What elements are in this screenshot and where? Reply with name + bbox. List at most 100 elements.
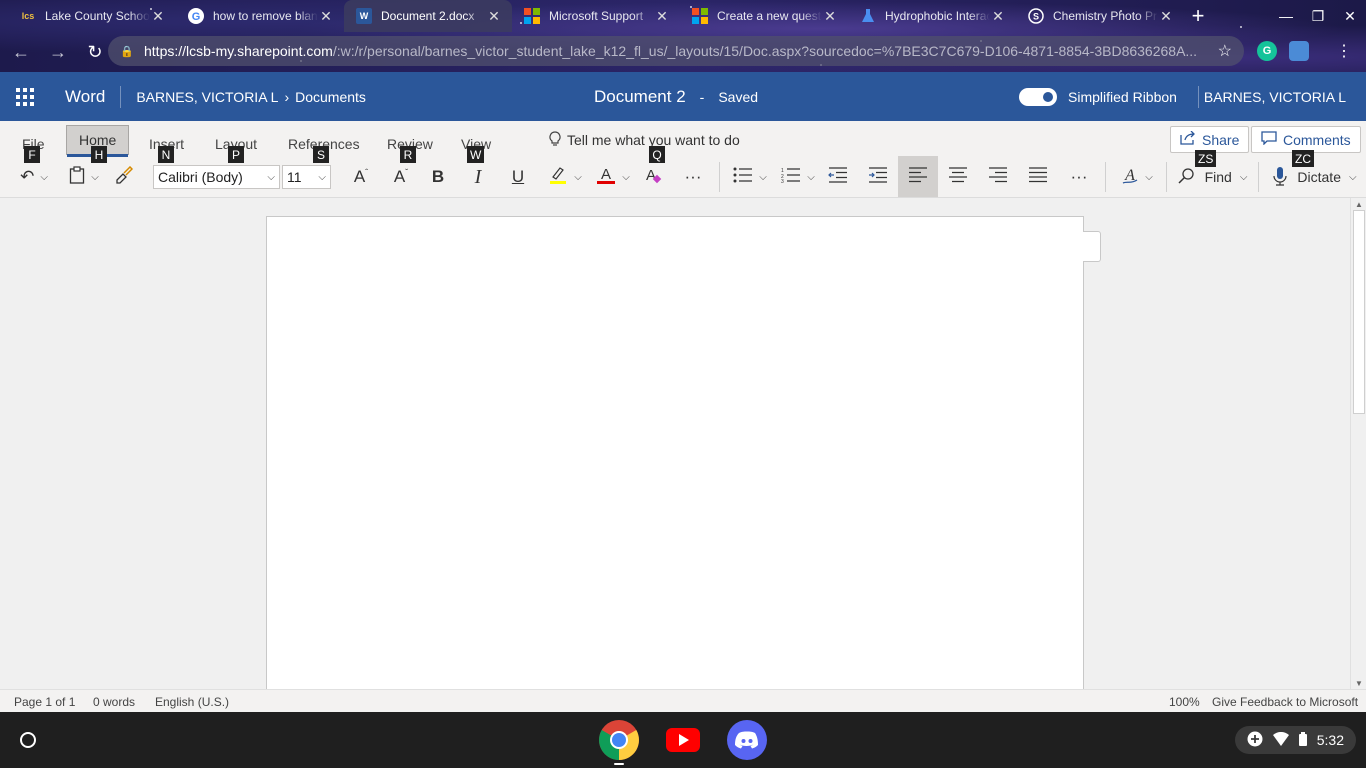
tell-me-search[interactable]: Tell me what you want to do — [549, 130, 740, 150]
close-tab-icon[interactable]: ✕ — [486, 8, 502, 25]
align-left-button[interactable] — [906, 160, 930, 194]
bullets-button[interactable]: ⌵ — [730, 160, 770, 194]
close-tab-icon[interactable]: ✕ — [822, 8, 838, 25]
url-host: https://lcsb-my.sharepoint.com — [144, 43, 333, 59]
chevron-down-icon[interactable]: ⌵ — [1240, 172, 1248, 183]
chevron-down-icon[interactable]: ⌵ — [622, 172, 630, 183]
document-title[interactable]: Document 2 — [594, 87, 686, 107]
comments-button[interactable]: Comments — [1251, 126, 1361, 153]
font-name-select[interactable]: Calibri (Body) ⌵ — [153, 165, 280, 189]
app-launcher-icon[interactable] — [0, 72, 50, 121]
close-tab-icon[interactable]: ✕ — [990, 8, 1006, 25]
decrease-indent-button[interactable] — [826, 160, 850, 194]
format-painter-button[interactable] — [112, 160, 136, 194]
align-right-button[interactable] — [986, 160, 1010, 194]
styles-button[interactable]: A ⌵ — [1118, 160, 1156, 194]
breadcrumb-owner[interactable]: BARNES, VICTORIA L — [136, 89, 278, 105]
chevron-down-icon[interactable]: ⌵ — [807, 172, 815, 183]
more-paragraph-options-button[interactable]: ··· — [1066, 160, 1092, 194]
tab-chemistry-photo[interactable]: S Chemistry Photo Problem ✕ — [1016, 0, 1184, 32]
cloud-extension-icon[interactable] — [1289, 41, 1309, 61]
bookmark-star-icon[interactable]: ☆ — [1218, 41, 1232, 61]
chevron-down-icon[interactable]: ⌵ — [91, 172, 99, 183]
toggle-switch[interactable] — [1019, 87, 1057, 106]
user-account[interactable]: BARNES, VICTORIA L — [1204, 72, 1346, 121]
restore-icon[interactable]: ❐ — [1302, 0, 1334, 32]
font-color-button[interactable]: A ⌵ — [593, 160, 633, 194]
dictate-button[interactable]: Dictate ⌵ — [1268, 160, 1362, 194]
align-center-button[interactable] — [946, 160, 970, 194]
bold-button[interactable]: B — [426, 160, 450, 194]
language-status[interactable]: English (U.S.) — [155, 695, 229, 709]
grammarly-icon[interactable]: G — [1257, 41, 1277, 61]
system-tray[interactable]: 5:32 — [1234, 726, 1356, 754]
chrome-icon[interactable] — [599, 720, 639, 760]
tab-microsoft-support[interactable]: Microsoft Support ✕ — [512, 0, 680, 32]
feedback-link[interactable]: Give Feedback to Microsoft — [1212, 695, 1358, 709]
address-bar[interactable]: 🔒 https://lcsb-my.sharepoint.com/:w:/r/p… — [108, 36, 1244, 66]
lightbulb-icon — [549, 130, 561, 150]
undo-button[interactable]: ↶ ⌵ — [14, 160, 54, 194]
lock-icon: 🔒 — [120, 45, 134, 58]
word-count[interactable]: 0 words — [93, 695, 135, 709]
tab-create-question[interactable]: Create a new question ✕ — [680, 0, 848, 32]
chevron-down-icon[interactable]: ⌵ — [759, 172, 767, 183]
tab-strip: lcs Lake County Schools ✕ G how to remov… — [8, 0, 1212, 32]
tab-hydrophobic[interactable]: Hydrophobic Interactions ✕ — [848, 0, 1016, 32]
back-icon[interactable]: ← — [5, 36, 37, 68]
undo-icon: ↶ — [20, 167, 35, 186]
share-button[interactable]: Share — [1170, 126, 1250, 153]
page-count: Page 1 of 1 — [14, 695, 76, 709]
clipboard-icon — [69, 165, 85, 189]
scroll-up-icon[interactable]: ▲ — [1351, 198, 1366, 210]
minimize-icon[interactable]: — — [1270, 0, 1302, 32]
close-window-icon[interactable]: ✕ — [1334, 0, 1366, 32]
paintbrush-icon — [115, 165, 134, 189]
youtube-icon[interactable] — [663, 720, 703, 760]
font-size-select[interactable]: 11 ⌵ — [282, 165, 331, 189]
more-font-options-button[interactable]: ··· — [680, 160, 706, 194]
breadcrumb-folder[interactable]: Documents — [295, 89, 366, 105]
tab-word-document[interactable]: W Document 2.docx ✕ — [344, 0, 512, 32]
zoom-level[interactable]: 100% — [1169, 695, 1200, 709]
find-button[interactable]: Find ⌵ — [1173, 160, 1251, 194]
comments-label: Comments — [1283, 131, 1351, 148]
close-tab-icon[interactable]: ✕ — [654, 8, 670, 25]
forward-icon[interactable]: → — [42, 36, 74, 68]
font-name-value: Calibri (Body) — [158, 169, 243, 185]
clear-formatting-button[interactable]: A — [640, 160, 666, 194]
close-tab-icon[interactable]: ✕ — [150, 8, 166, 25]
italic-button[interactable]: I — [466, 160, 490, 194]
tab-google-search[interactable]: G how to remove blank page ✕ — [176, 0, 344, 32]
tab-lake-county[interactable]: lcs Lake County Schools ✕ — [8, 0, 176, 32]
browser-menu-icon[interactable]: ⋮ — [1336, 41, 1352, 61]
app-name[interactable]: Word — [65, 87, 105, 107]
close-tab-icon[interactable]: ✕ — [1158, 8, 1174, 25]
increase-indent-button[interactable] — [866, 160, 890, 194]
launcher-icon[interactable] — [12, 724, 44, 756]
chevron-down-icon[interactable]: ⌵ — [574, 172, 582, 183]
justify-button[interactable] — [1026, 160, 1050, 194]
underline-button[interactable]: U — [506, 160, 530, 194]
document-page[interactable] — [266, 216, 1084, 696]
discord-icon[interactable] — [727, 720, 767, 760]
new-tab-button[interactable]: + — [1184, 0, 1212, 32]
close-tab-icon[interactable]: ✕ — [318, 8, 334, 25]
simplified-ribbon-toggle[interactable]: Simplified Ribbon — [1019, 72, 1177, 121]
shrink-font-button[interactable]: Aˇ — [388, 160, 414, 194]
vertical-scrollbar[interactable]: ▲ ▼ — [1350, 198, 1366, 689]
chevron-down-icon[interactable]: ⌵ — [1145, 172, 1153, 183]
grow-font-button[interactable]: Aˆ — [348, 160, 374, 194]
scroll-thumb[interactable] — [1353, 210, 1365, 414]
chevron-down-icon[interactable]: ⌵ — [40, 172, 48, 183]
document-title-area[interactable]: Document 2 - Saved — [594, 72, 758, 121]
page-side-tab[interactable] — [1083, 231, 1101, 262]
numbering-button[interactable]: 123 ⌵ — [778, 160, 818, 194]
highlight-button[interactable]: ⌵ — [545, 160, 585, 194]
reload-icon[interactable]: ↻ — [79, 36, 111, 68]
paste-button[interactable]: ⌵ — [64, 160, 104, 194]
status-bar: Page 1 of 1 0 words English (U.S.) 100% … — [0, 689, 1366, 712]
word-icon: W — [356, 8, 372, 24]
scroll-down-icon[interactable]: ▼ — [1351, 677, 1366, 689]
chevron-down-icon[interactable]: ⌵ — [1349, 172, 1357, 183]
